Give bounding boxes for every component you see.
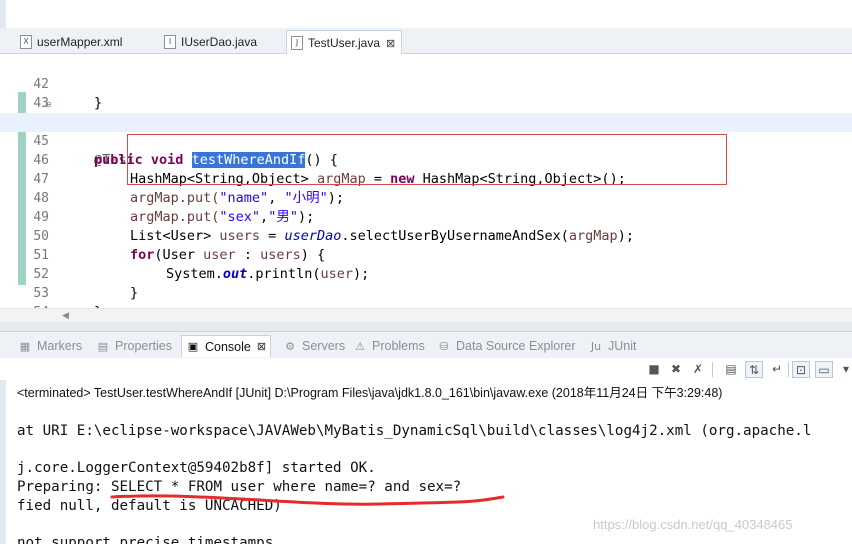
watermark: https://blog.csdn.net/qq_40348465 [593,517,793,532]
red-underline-annotation [110,494,505,506]
